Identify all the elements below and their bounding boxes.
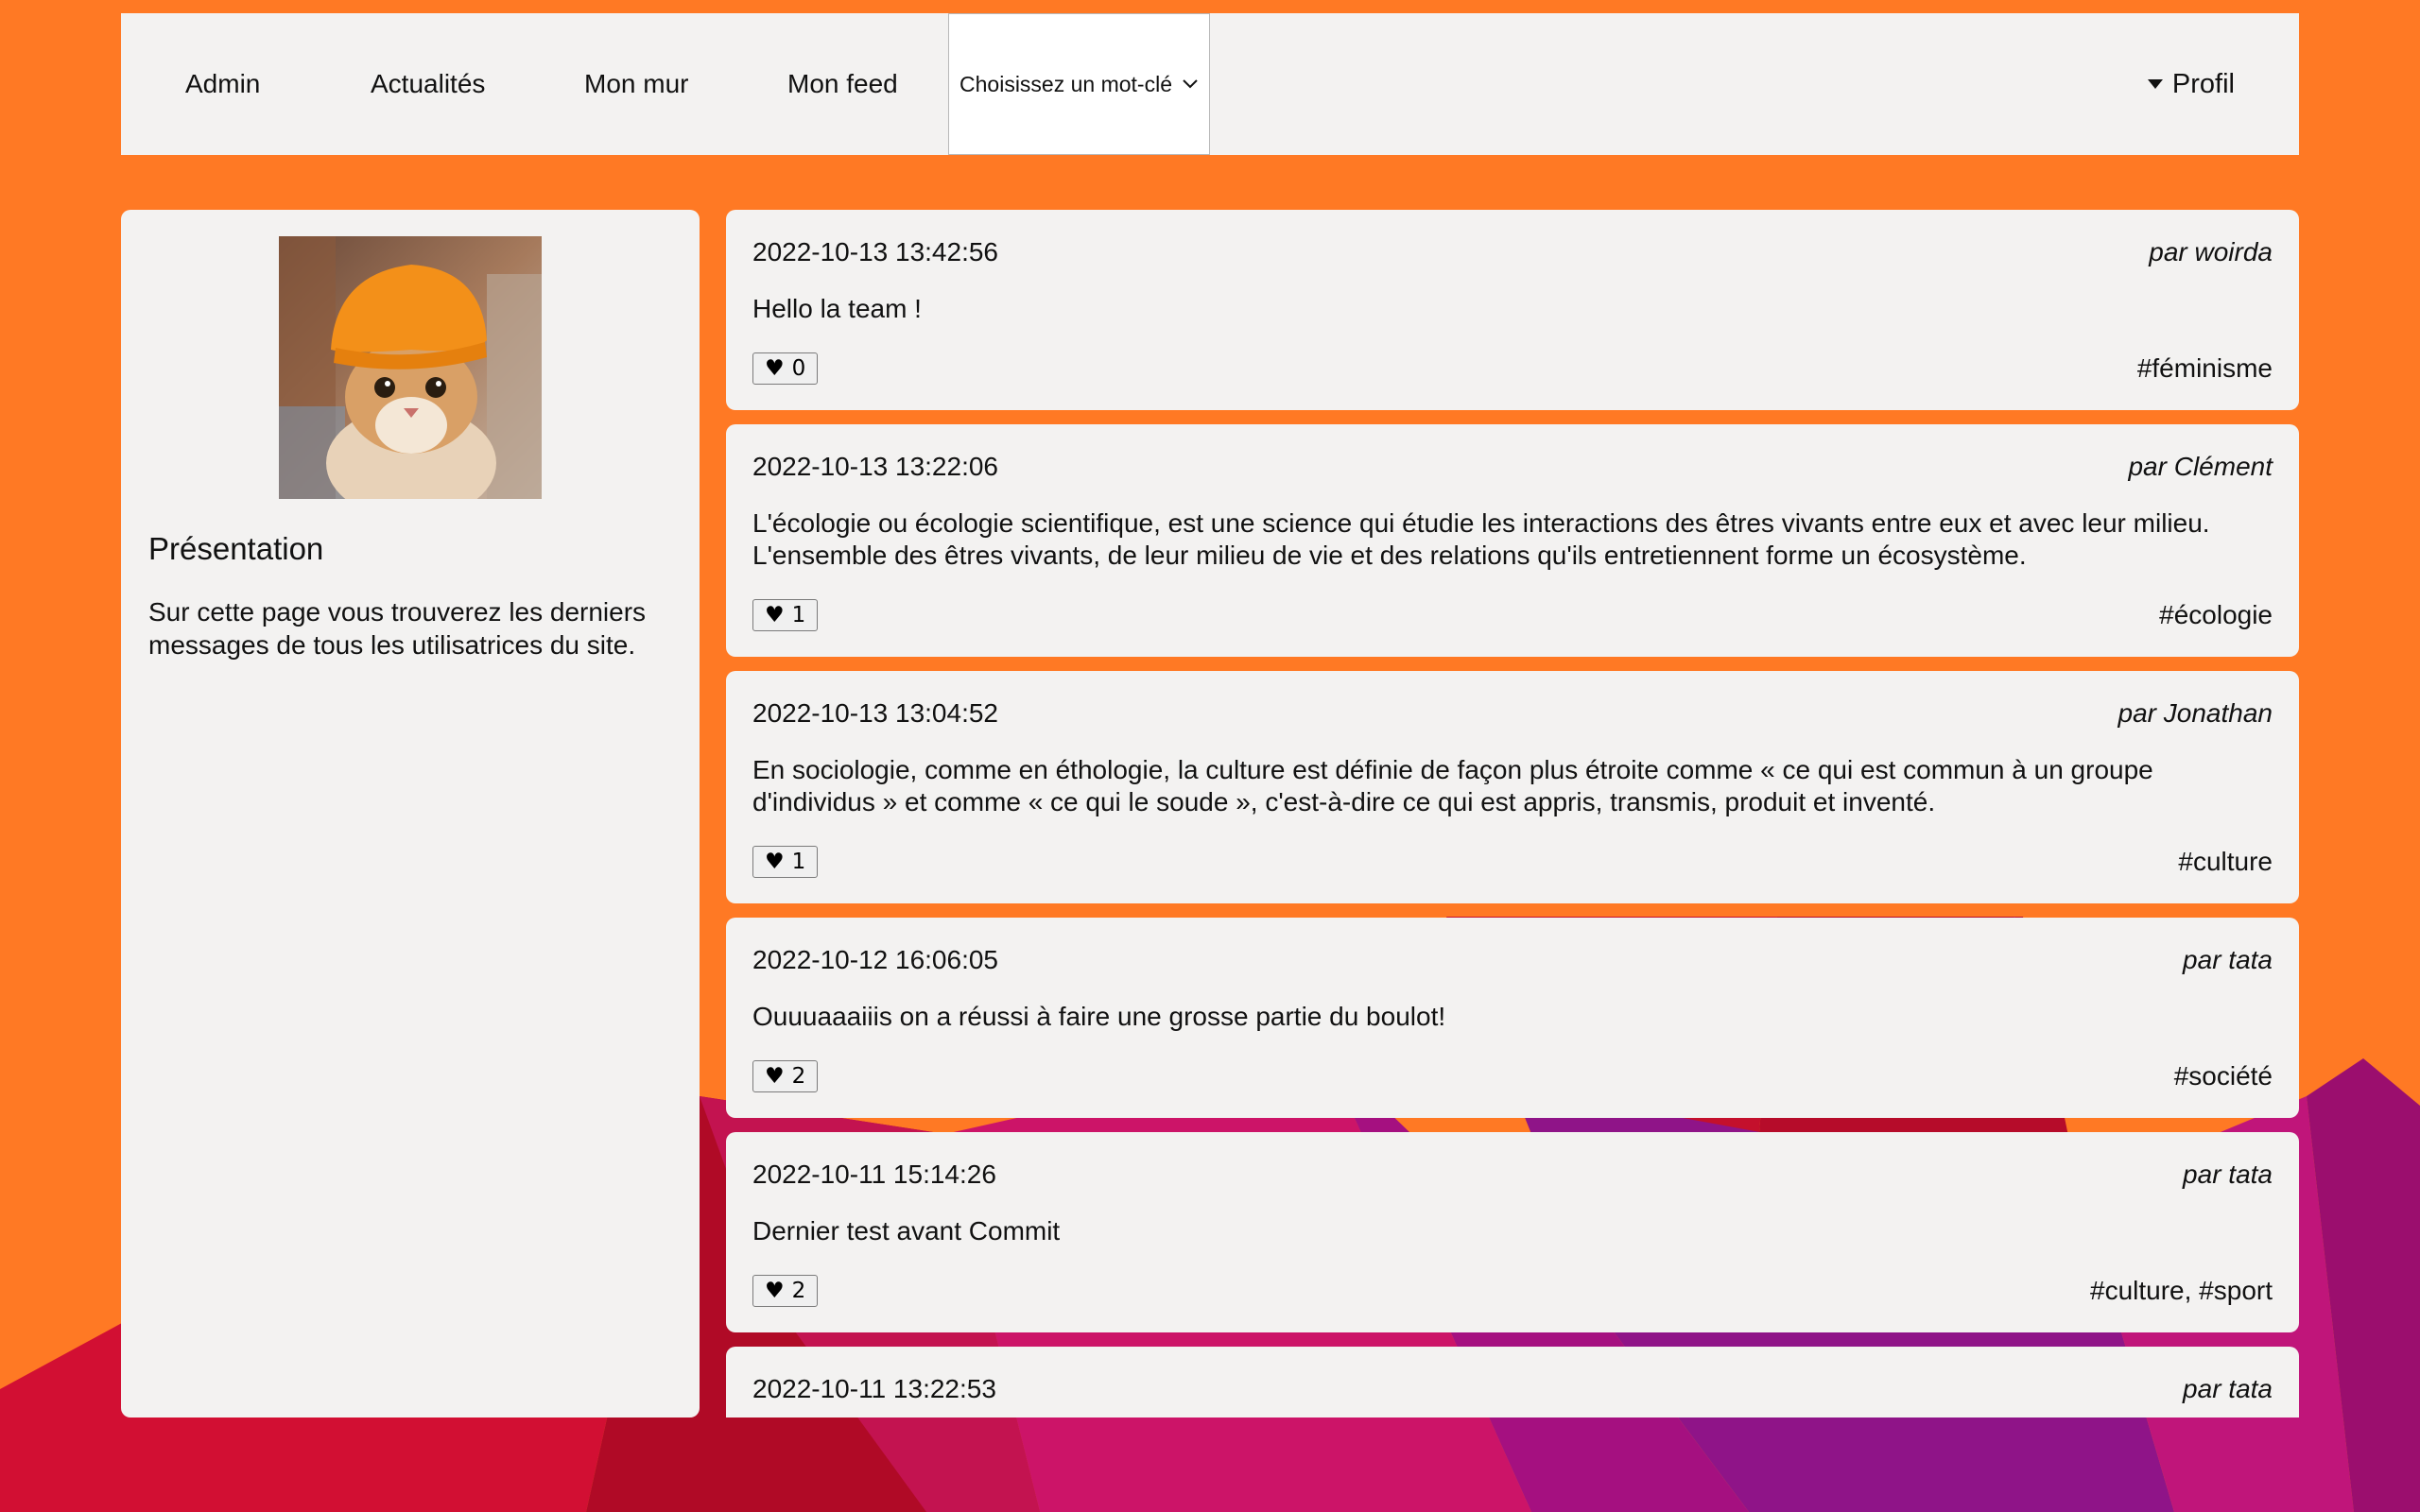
- post-body: Dernier test avant Commit: [752, 1216, 1061, 1246]
- like-button[interactable]: ♥ 2: [752, 1275, 819, 1307]
- heart-icon: ♥: [765, 603, 785, 627]
- like-button[interactable]: ♥ 1: [752, 846, 819, 878]
- presentation-text: Sur cette page vous trouverez les dernie…: [148, 597, 647, 660]
- post-author[interactable]: par Jonathan: [2118, 696, 2273, 731]
- post-author[interactable]: par tata: [2183, 1371, 2273, 1407]
- cat-avatar-icon: [279, 236, 542, 499]
- post-tags[interactable]: #société: [2174, 1061, 2273, 1091]
- post-card: 2022-10-13 13:22:06 par Clément L'écolog…: [726, 424, 2299, 657]
- like-button[interactable]: ♥ 0: [752, 352, 819, 385]
- heart-icon: ♥: [765, 356, 785, 381]
- profile-label: Profil: [2171, 68, 2235, 99]
- post-card: 2022-10-13 13:04:52 par Jonathan En soci…: [726, 671, 2299, 903]
- post-date: 2022-10-13 13:22:06: [752, 452, 998, 481]
- keyword-dropdown[interactable]: Choisissez un mot-clé: [948, 13, 1210, 155]
- post-card: 2022-10-12 16:06:05 par tata Ouuuaaaiiis…: [726, 918, 2299, 1118]
- chevron-down-icon: [1183, 79, 1198, 89]
- like-count: 2: [791, 1064, 806, 1089]
- post-date: 2022-10-13 13:42:56: [752, 237, 998, 266]
- heart-icon: ♥: [765, 1279, 785, 1303]
- post-author[interactable]: par tata: [2183, 1157, 2273, 1193]
- like-count: 2: [791, 1279, 806, 1303]
- post-tags[interactable]: #écologie: [2159, 600, 2273, 630]
- post-date: 2022-10-12 16:06:05: [752, 945, 998, 974]
- presentation-panel: Présentation Sur cette page vous trouver…: [121, 210, 700, 1418]
- heart-icon: ♥: [765, 1064, 785, 1089]
- like-count: 1: [791, 603, 806, 627]
- like-button[interactable]: ♥ 1: [752, 599, 819, 631]
- posts-feed[interactable]: 2022-10-13 13:42:56 par woirda Hello la …: [726, 210, 2299, 1418]
- caret-down-icon: [2147, 79, 2163, 89]
- profile-menu[interactable]: Profil: [2147, 13, 2235, 155]
- post-author[interactable]: par tata: [2183, 942, 2273, 978]
- keyword-dropdown-label: Choisissez un mot-clé: [959, 71, 1172, 96]
- nav-item-actualites[interactable]: Actualités: [371, 13, 485, 155]
- post-tags[interactable]: #culture, #sport: [2090, 1276, 2273, 1306]
- post-body: En sociologie, comme en éthologie, la cu…: [752, 755, 2153, 816]
- post-body: Ouuuaaaiiis on a réussi à faire une gros…: [752, 1002, 1446, 1031]
- post-tags[interactable]: #féminisme: [2137, 353, 2273, 384]
- nav-item-mon-feed[interactable]: Mon feed: [787, 13, 898, 155]
- post-date: 2022-10-13 13:04:52: [752, 698, 998, 728]
- post-tags[interactable]: #culture: [2178, 847, 2273, 877]
- presentation-title: Présentation: [148, 531, 324, 566]
- post-date: 2022-10-11 15:14:26: [752, 1160, 996, 1189]
- post-author[interactable]: par woirda: [2149, 234, 2273, 270]
- post-date: 2022-10-11 13:22:53: [752, 1374, 996, 1403]
- heart-icon: ♥: [765, 850, 785, 874]
- nav-item-mon-mur[interactable]: Mon mur: [584, 13, 688, 155]
- like-count: 1: [791, 850, 806, 874]
- post-card: 2022-10-13 13:42:56 par woirda Hello la …: [726, 210, 2299, 410]
- nav-item-admin[interactable]: Admin: [185, 13, 260, 155]
- like-button[interactable]: ♥ 2: [752, 1060, 819, 1092]
- post-card: 2022-10-11 13:22:53 par tata ♥: [726, 1347, 2299, 1418]
- like-count: 0: [791, 356, 806, 381]
- top-navbar: Admin Actualités Mon mur Mon feed Choisi…: [121, 13, 2299, 155]
- post-author[interactable]: par Clément: [2128, 449, 2273, 485]
- post-body: Hello la team !: [752, 294, 922, 323]
- post-body: L'écologie ou écologie scientifique, est…: [752, 508, 2210, 570]
- post-card: 2022-10-11 15:14:26 par tata Dernier tes…: [726, 1132, 2299, 1332]
